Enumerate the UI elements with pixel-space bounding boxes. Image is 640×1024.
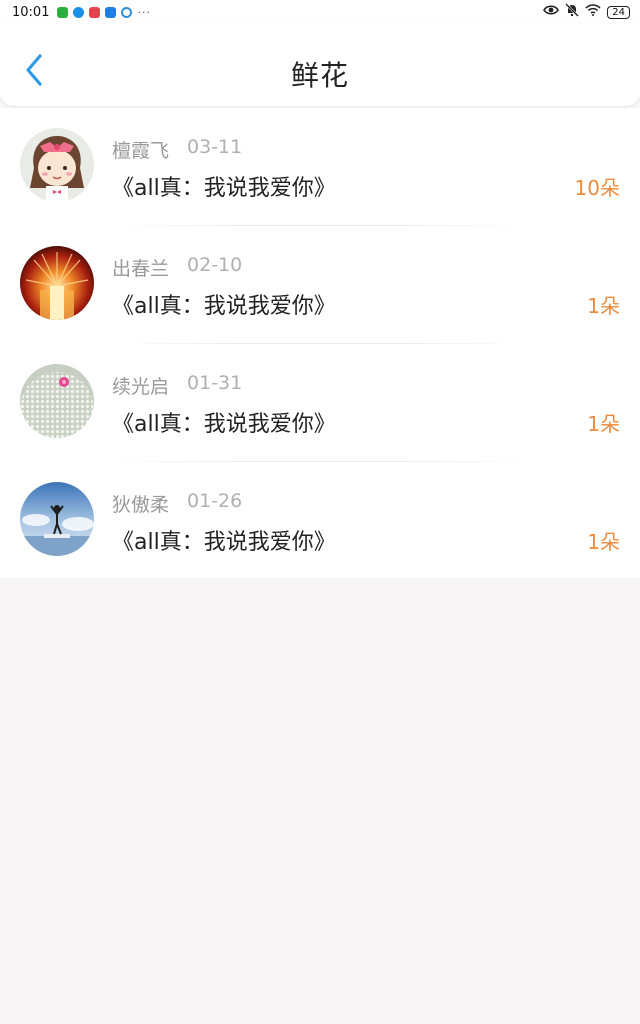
eye-icon (543, 4, 560, 20)
sender-name: 出春兰 (112, 258, 170, 280)
avatar[interactable] (20, 128, 94, 202)
flower-count: 1朵 (587, 412, 620, 436)
item-meta: 出春兰 02-10 (112, 254, 242, 281)
work-title: 《all真：我说我爱你》 (112, 530, 336, 555)
sky-person-avatar-image (20, 482, 94, 556)
send-date: 01-26 (187, 490, 243, 512)
work-title: 《all真：我说我爱你》 (112, 176, 336, 201)
status-left: 10:01 ··· (12, 5, 151, 20)
list-item[interactable]: 出春兰 02-10 《all真：我说我爱你》 1朵 (0, 226, 640, 344)
mute-bell-icon (565, 3, 580, 21)
flower-count: 1朵 (587, 530, 620, 554)
send-date: 03-11 (187, 136, 243, 158)
send-date: 01-31 (187, 372, 243, 394)
status-right: 24 (543, 3, 630, 21)
sender-name: 狄傲柔 (112, 494, 170, 516)
flower-list: 檀霞飞 03-11 《all真：我说我爱你》 10朵 出春兰 02-10 《al… (0, 108, 640, 578)
header: 鲜花 (0, 24, 640, 106)
work-title: 《all真：我说我爱你》 (112, 412, 336, 437)
wechat-app-icon (57, 6, 69, 18)
status-time: 10:01 (12, 4, 50, 20)
red-app-icon (89, 6, 101, 18)
blue-app-icon (73, 6, 85, 18)
avatar[interactable] (20, 482, 94, 556)
cartoon-girl-avatar-image (20, 128, 94, 202)
circle-app-icon (121, 6, 133, 18)
item-meta: 狄傲柔 01-26 (112, 490, 242, 517)
fireworks-avatar-image (20, 246, 94, 320)
cloud-app-icon (105, 6, 117, 18)
work-title: 《all真：我说我爱你》 (112, 294, 336, 319)
avatar[interactable] (20, 246, 94, 320)
battery-indicator: 24 (607, 5, 630, 19)
flower-count: 1朵 (587, 294, 620, 318)
avatar[interactable] (20, 364, 94, 438)
list-item[interactable]: 续光启 01-31 《all真：我说我爱你》 1朵 (0, 344, 640, 462)
cactus-avatar-image (20, 364, 94, 438)
item-meta: 续光启 01-31 (112, 372, 242, 399)
flower-count: 10朵 (574, 176, 620, 200)
list-item[interactable]: 檀霞飞 03-11 《all真：我说我爱你》 10朵 (0, 108, 640, 226)
more-notifications-icon: ··· (137, 5, 151, 19)
list-item[interactable]: 狄傲柔 01-26 《all真：我说我爱你》 1朵 (0, 462, 640, 580)
page-title: 鲜花 (290, 59, 349, 92)
status-bar: 10:01 ··· 24 (0, 0, 640, 24)
sender-name: 檀霞飞 (112, 140, 170, 162)
sender-name: 续光启 (112, 376, 170, 398)
item-meta: 檀霞飞 03-11 (112, 136, 242, 163)
wifi-icon (585, 4, 601, 20)
send-date: 02-10 (187, 254, 243, 276)
